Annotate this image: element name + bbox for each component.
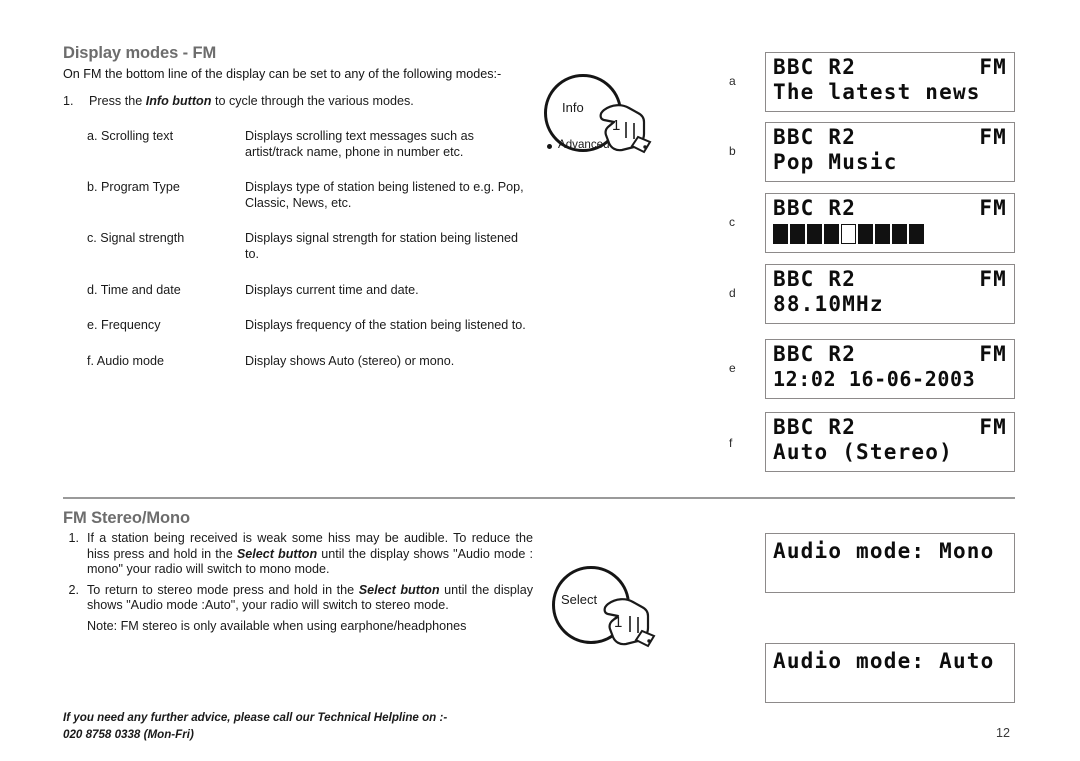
lcd-band-indicator: FM [979, 342, 1007, 366]
lcd-display-c: BBC R2 FM [765, 193, 1015, 253]
lcd-band-indicator: FM [979, 415, 1007, 439]
lcd-display-audio-auto: Audio mode: Auto [765, 643, 1015, 703]
lcd-second-line: Pop Music [773, 150, 898, 174]
panel-letter-c: c [729, 215, 735, 229]
step-text: Press the Info button to cycle through t… [89, 94, 533, 110]
signal-block-empty [841, 224, 856, 244]
step-text-after: to cycle through the various modes. [211, 93, 414, 108]
lcd-band-indicator: FM [979, 196, 1007, 220]
list-item: e. Frequency Displays frequency of the s… [63, 318, 533, 334]
mode-label: c. Signal strength [87, 231, 185, 246]
list-item: f. Audio mode Display shows Auto (stereo… [63, 354, 533, 370]
mode-label: d. Time and date [87, 282, 181, 297]
item-number: 2. [68, 582, 79, 597]
item-text-before: To return to stereo mode press and hold … [87, 582, 359, 597]
page-number: 12 [996, 726, 1011, 740]
lcd-audio-mode-line: Audio mode: Mono [773, 539, 995, 563]
section-intro-text: On FM the bottom line of the display can… [63, 67, 502, 81]
mode-description: Displays scrolling text messages such as… [245, 129, 474, 159]
signal-block [790, 224, 805, 244]
mode-description: Displays signal strength for station bei… [245, 231, 519, 261]
panel-letter-f: f [729, 436, 733, 450]
step-number: 1. [63, 93, 74, 108]
signal-strength-meter [773, 224, 924, 244]
panel-letter-d: d [729, 286, 736, 300]
lcd-display-a: BBC R2 FM The latest news [765, 52, 1015, 112]
step-1: 1. Press the Info button to cycle throug… [63, 94, 533, 110]
select-button-illustration: Select 1 [548, 560, 668, 660]
signal-block [824, 224, 839, 244]
list-item: 2. To return to stereo mode press and ho… [63, 583, 533, 614]
list-item: 1. If a station being received is weak s… [63, 531, 533, 578]
display-modes-list: a. Scrolling text Displays scrolling tex… [63, 129, 533, 369]
lcd-display-d: BBC R2 FM 88.10MHz [765, 264, 1015, 324]
lcd-second-line: 12:02 16-06-2003 [773, 367, 976, 391]
panel-letter-e: e [729, 361, 736, 375]
section-note: Note: FM stereo is only available when u… [87, 618, 467, 633]
list-item: c. Signal strength Displays signal stren… [63, 231, 533, 262]
signal-block [875, 224, 890, 244]
info-button-illustration: Info Advanced 1 [540, 72, 660, 168]
list-item: b. Program Type Displays type of station… [63, 180, 533, 211]
select-button-emphasis: Select button [358, 582, 440, 597]
lcd-station-name: BBC R2 [773, 125, 857, 149]
mode-description: Displays frequency of the station being … [245, 318, 526, 333]
lcd-display-f: BBC R2 FM Auto (Stereo) [765, 412, 1015, 472]
info-button-label: Info [562, 100, 584, 115]
lcd-display-e: BBC R2 FM 12:02 16-06-2003 [765, 339, 1015, 399]
list-item: d. Time and date Displays current time a… [63, 283, 533, 299]
list-item: a. Scrolling text Displays scrolling tex… [63, 129, 533, 160]
mode-label: b. Program Type [87, 180, 180, 195]
section-divider [63, 497, 1015, 499]
info-button-emphasis: Info button [145, 93, 212, 108]
select-button-label: Select [561, 592, 598, 607]
step-text-before: Press the [89, 93, 146, 108]
footer-helpline: If you need any further advice, please c… [63, 709, 447, 743]
mode-label: a. Scrolling text [87, 129, 174, 143]
lcd-display-b: BBC R2 FM Pop Music [765, 122, 1015, 182]
fm-stereo-mono-section: FM Stereo/Mono 1. If a station being rec… [63, 509, 533, 635]
lcd-station-name: BBC R2 [773, 196, 857, 220]
lcd-band-indicator: FM [979, 55, 1007, 79]
display-modes-section: Display modes - FM On FM the bottom line… [63, 44, 533, 389]
mode-label: f. Audio mode [87, 353, 165, 368]
item-text: To return to stereo mode press and hold … [87, 583, 533, 614]
finger-step-number: 1 [614, 614, 623, 631]
manual-page: Display modes - FM On FM the bottom line… [0, 0, 1080, 761]
footer-line-1: If you need any further advice, please c… [63, 711, 448, 724]
select-button-emphasis: Select button [236, 546, 318, 561]
item-text: If a station being received is weak some… [87, 531, 533, 578]
lcd-second-line: The latest news [773, 80, 981, 104]
lcd-second-line: Auto (Stereo) [773, 440, 953, 464]
mode-description: Display shows Auto (stereo) or mono. [245, 353, 455, 368]
signal-block [858, 224, 873, 244]
lcd-display-audio-mono: Audio mode: Mono [765, 533, 1015, 593]
lcd-station-name: BBC R2 [773, 55, 857, 79]
mode-description: Displays type of station being listened … [245, 180, 524, 210]
finger-step-number: 1 [612, 117, 621, 134]
lcd-audio-mode-line: Audio mode: Auto [773, 649, 995, 673]
mode-description: Displays current time and date. [245, 282, 419, 297]
signal-block [909, 224, 924, 244]
signal-block [773, 224, 788, 244]
panel-letter-a: a [729, 74, 736, 88]
lcd-second-line: 88.10MHz [773, 292, 884, 316]
pointing-hand-icon [599, 104, 652, 154]
lcd-band-indicator: FM [979, 125, 1007, 149]
lcd-station-name: BBC R2 [773, 415, 857, 439]
lcd-station-name: BBC R2 [773, 267, 857, 291]
section-title: FM Stereo/Mono [63, 509, 190, 527]
pointing-hand-icon [603, 598, 656, 648]
signal-block [807, 224, 822, 244]
item-number: 1. [68, 531, 79, 545]
mode-label: e. Frequency [87, 318, 161, 333]
page-title: Display modes - FM [63, 44, 217, 62]
bullet-dot-icon [547, 144, 552, 149]
lcd-station-name: BBC R2 [773, 342, 857, 366]
lcd-band-indicator: FM [979, 267, 1007, 291]
signal-block [892, 224, 907, 244]
panel-letter-b: b [729, 144, 736, 158]
footer-line-2: 020 8758 0338 (Mon-Fri) [63, 728, 194, 741]
